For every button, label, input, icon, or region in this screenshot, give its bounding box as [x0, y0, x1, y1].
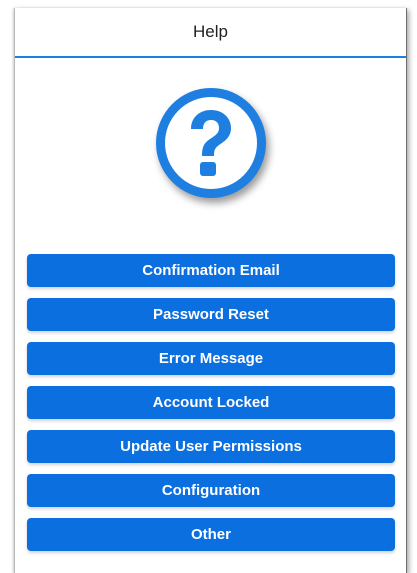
help-topics-menu: Confirmation Email Password Reset Error …	[27, 254, 395, 562]
confirmation-email-button[interactable]: Confirmation Email	[27, 254, 395, 287]
account-locked-button[interactable]: Account Locked	[27, 386, 395, 419]
question-icon-inner	[164, 97, 257, 189]
update-user-permissions-button[interactable]: Update User Permissions	[27, 430, 395, 463]
question-mark-glyph	[190, 110, 231, 176]
question-icon	[155, 88, 266, 198]
password-reset-button[interactable]: Password Reset	[27, 298, 395, 331]
other-button[interactable]: Other	[27, 518, 395, 551]
help-panel: Help Confirmation Email Password Reset E…	[14, 8, 407, 573]
error-message-button[interactable]: Error Message	[27, 342, 395, 375]
configuration-button[interactable]: Configuration	[27, 474, 395, 507]
header-bar: Help	[15, 8, 406, 58]
page-title: Help	[193, 22, 228, 41]
